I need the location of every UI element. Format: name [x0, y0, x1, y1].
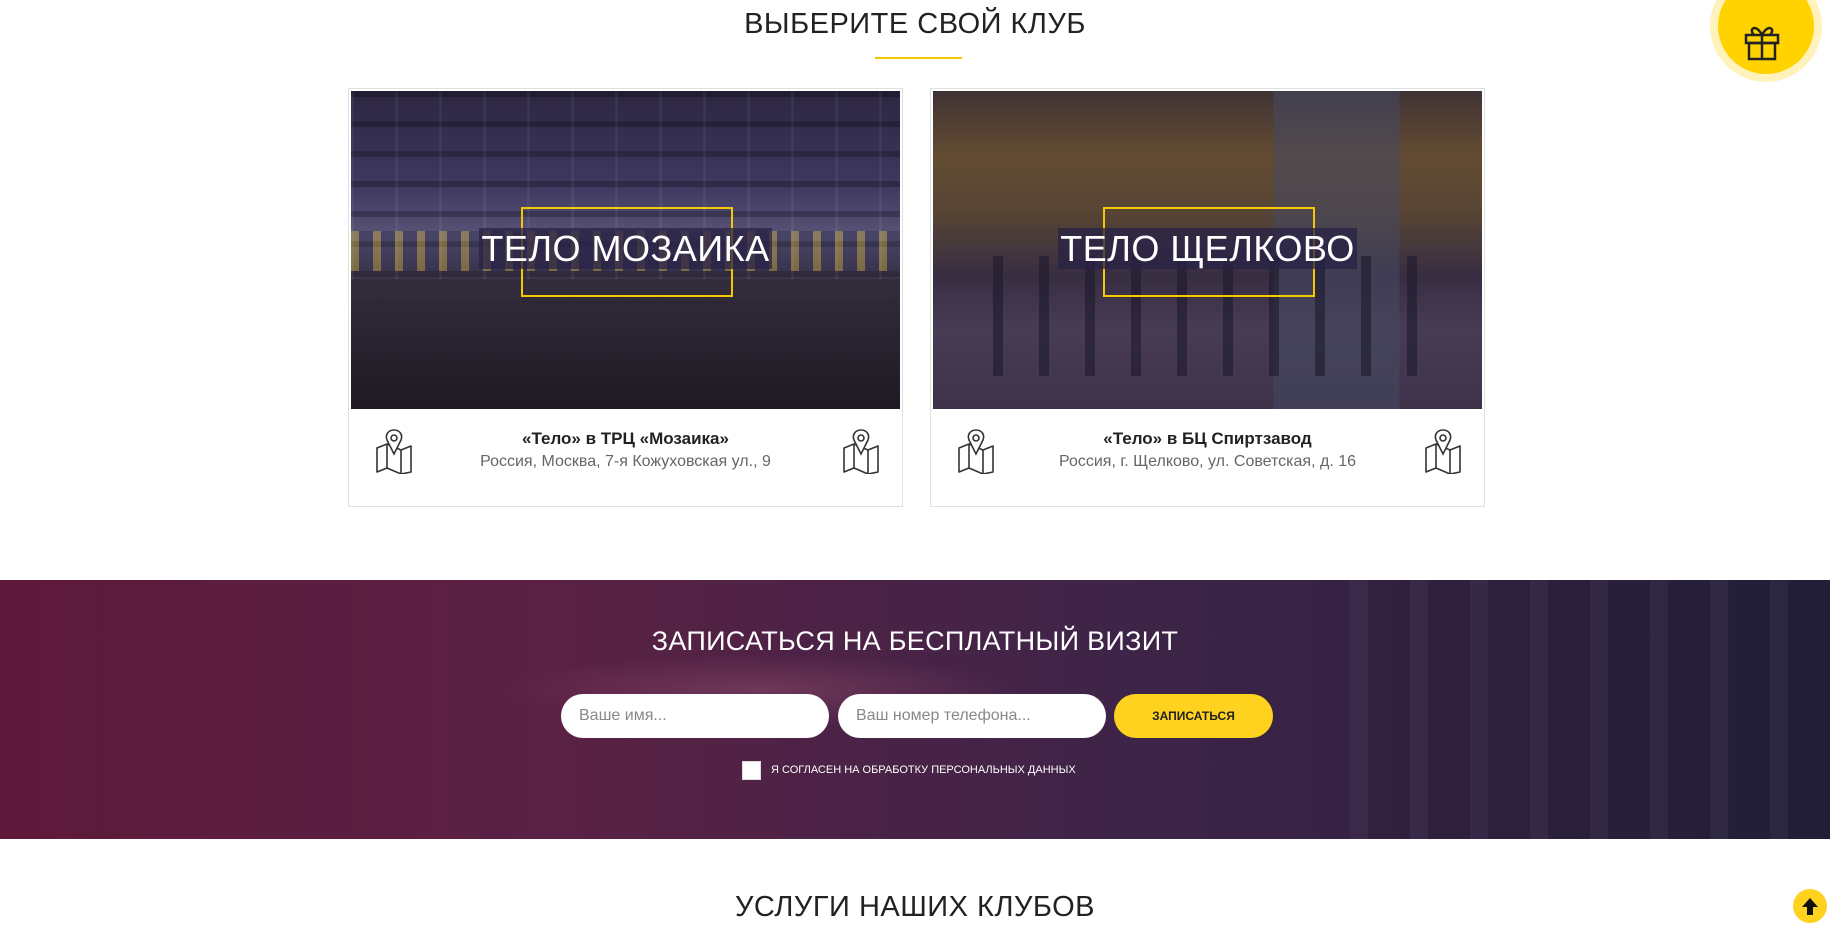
- club-title[interactable]: «Тело» в ТРЦ «Мозаика»: [349, 429, 902, 449]
- phone-input[interactable]: [838, 694, 1106, 738]
- signup-title: ЗАПИСАТЬСЯ НА БЕСПЛАТНЫЙ ВИЗИТ: [651, 626, 1179, 656]
- gift-button[interactable]: [1718, 0, 1814, 74]
- club-address: Россия, г. Щелково, ул. Советская, д. 16: [1058, 453, 1356, 470]
- club-card-schelkovo[interactable]: ТЕЛО ЩЕЛКОВО «Тело» в БЦ Спиртзавод Росс…: [930, 88, 1485, 507]
- signup-submit-button[interactable]: ЗАПИСАТЬСЯ: [1114, 694, 1273, 738]
- title-underline: [875, 57, 962, 59]
- arrow-up-icon: [1802, 898, 1818, 915]
- free-visit-signup-section: ЗАПИСАТЬСЯ НА БЕСПЛАТНЫЙ ВИЗИТ ЗАПИСАТЬС…: [0, 580, 1830, 839]
- club-title[interactable]: «Тело» в БЦ Спиртзавод: [931, 429, 1484, 449]
- name-input[interactable]: [561, 694, 829, 738]
- clubs-section-title: ВЫБЕРИТЕ СВОЙ КЛУБ: [744, 8, 1086, 40]
- club-card-mozaika[interactable]: ТЕЛО МОЗАИКА «Тело» в ТРЦ «Мозаика» Росс…: [348, 88, 903, 507]
- map-pin-icon[interactable]: [1423, 428, 1463, 474]
- club-address: Россия, Москва, 7-я Кожуховская ул., 9: [480, 453, 771, 470]
- consent-checkbox[interactable]: [742, 761, 761, 780]
- gift-icon: [1744, 26, 1780, 61]
- consent-label: Я СОГЛАСЕН НА ОБРАБОТКУ ПЕРСОНАЛЬНЫХ ДАН…: [771, 764, 1076, 776]
- scroll-top-button[interactable]: [1793, 889, 1827, 923]
- club-photo[interactable]: ТЕЛО ЩЕЛКОВО: [933, 91, 1482, 409]
- map-pin-icon[interactable]: [841, 428, 881, 474]
- services-section-title: УСЛУГИ НАШИХ КЛУБОВ: [734, 891, 1096, 923]
- club-name: ТЕЛО МОЗАИКА: [479, 228, 772, 269]
- club-photo[interactable]: ТЕЛО МОЗАИКА: [351, 91, 900, 409]
- club-name: ТЕЛО ЩЕЛКОВО: [1058, 228, 1357, 269]
